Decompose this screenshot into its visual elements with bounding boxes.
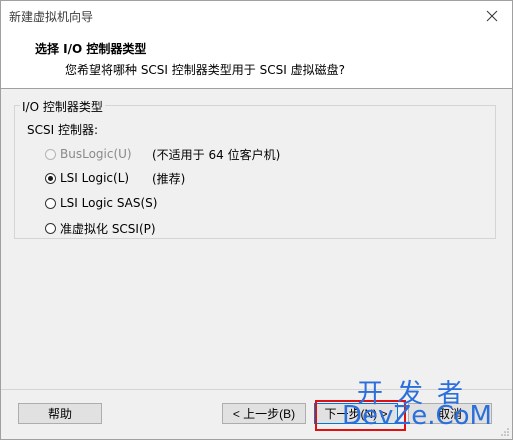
page-title: 选择 I/O 控制器类型 [35, 42, 147, 56]
page-subtitle: 您希望将哪种 SCSI 控制器类型用于 SCSI 虚拟磁盘? [65, 63, 345, 77]
scsi-controller-label: SCSI 控制器: [27, 123, 99, 137]
radio-label: BusLogic(U) [60, 147, 132, 161]
wizard-header: 选择 I/O 控制器类型 您希望将哪种 SCSI 控制器类型用于 SCSI 虚拟… [1, 31, 512, 89]
radio-label: 准虚拟化 SCSI(P) [60, 221, 156, 236]
resize-grip-icon[interactable] [500, 427, 510, 437]
close-button[interactable] [472, 1, 512, 31]
radio-button[interactable] [45, 148, 56, 160]
group-legend: I/O 控制器类型 [20, 98, 105, 115]
title-bar: 新建虚拟机向导 [1, 1, 512, 31]
radio-note: (推荐) [152, 172, 186, 186]
radio-button[interactable] [45, 172, 56, 184]
radio-button[interactable] [45, 222, 56, 234]
radio-lsi-logic[interactable]: LSI Logic(L) [45, 170, 129, 186]
radio-paravirtual-scsi[interactable]: 准虚拟化 SCSI(P) [45, 220, 156, 236]
close-icon [486, 10, 498, 22]
watermark-domain: DevZe.CoM [342, 401, 492, 431]
radio-label: LSI Logic(L) [60, 171, 130, 185]
radio-button[interactable] [45, 197, 56, 209]
radio-note: (不适用于 64 位客户机) [152, 148, 281, 162]
window-title: 新建虚拟机向导 [9, 10, 94, 24]
wizard-window: 新建虚拟机向导 选择 I/O 控制器类型 您希望将哪种 SCSI 控制器类型用于… [0, 0, 513, 440]
radio-buslogic[interactable]: BusLogic(U) [45, 146, 132, 162]
radio-label: LSI Logic SAS(S) [60, 196, 158, 210]
help-button[interactable]: 帮助 [18, 403, 102, 424]
radio-lsi-logic-sas[interactable]: LSI Logic SAS(S) [45, 195, 157, 211]
back-button[interactable]: < 上一步(B) [222, 403, 306, 424]
